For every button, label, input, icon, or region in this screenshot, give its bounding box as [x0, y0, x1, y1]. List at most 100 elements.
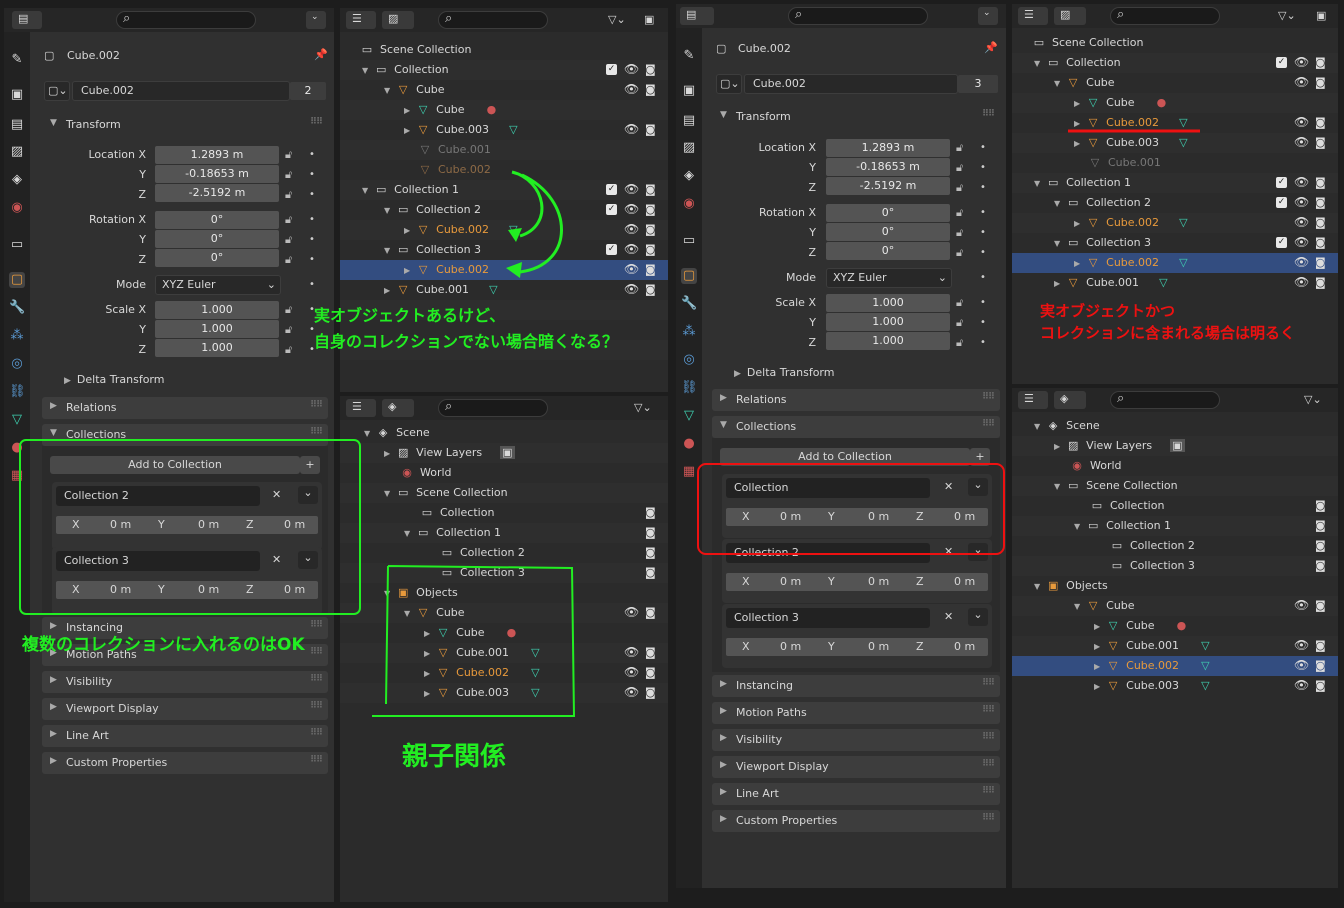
- camera-icon[interactable]: ◙: [1315, 236, 1326, 249]
- editor-type-button[interactable]: ☰: [1018, 391, 1048, 409]
- camera-icon[interactable]: ◙: [645, 666, 656, 679]
- data-block-selector[interactable]: ▢⌄: [44, 81, 70, 101]
- camera-icon[interactable]: ◙: [645, 123, 656, 136]
- camera-icon[interactable]: ◙: [1315, 176, 1326, 189]
- eye-icon[interactable]: 👁︎: [624, 605, 639, 619]
- tree-item-collection1[interactable]: ▼ ▭ Collection 1: [1034, 173, 1131, 193]
- line-art-section-header[interactable]: ▶ Line Art ⠿⠿: [42, 725, 328, 747]
- tree-item-collection[interactable]: ▼ ▭ Collection: [1034, 53, 1121, 73]
- properties-search-input[interactable]: [788, 7, 928, 25]
- tree-item-cube-mesh[interactable]: ▶ ▽ Cube ●: [404, 100, 496, 120]
- camera-icon[interactable]: ◙: [645, 183, 656, 196]
- tree-item-scene-collection[interactable]: ▭ Scene Collection: [1032, 33, 1144, 53]
- camera-icon[interactable]: ◙: [1315, 276, 1326, 289]
- material-tab-icon[interactable]: ●: [681, 436, 697, 452]
- tree-item-scene-collection[interactable]: ▼ ▭ Scene Collection: [384, 483, 508, 503]
- location-z-field[interactable]: -2.5192 m: [155, 184, 279, 202]
- rotation-mode-select[interactable]: XYZ Euler ⌄: [155, 275, 281, 295]
- keyframe-dot[interactable]: •: [980, 337, 986, 348]
- tree-item-cube[interactable]: ▼ ▽ Cube: [384, 80, 445, 100]
- display-mode-button[interactable]: ▨: [1054, 7, 1086, 25]
- lock-icon[interactable]: 🔓︎: [956, 161, 963, 175]
- editor-type-button[interactable]: ▤: [12, 11, 42, 29]
- tree-item-cube002-in-collection2[interactable]: ▶ ▽ Cube.002 ▽: [404, 220, 518, 240]
- constraints-tab-icon[interactable]: ⛓: [9, 384, 26, 400]
- location-y-field[interactable]: -0.18653 m: [155, 165, 279, 183]
- lock-icon[interactable]: 🔓︎: [956, 181, 963, 195]
- collection-name-field[interactable]: Collection 2: [56, 486, 260, 506]
- keyframe-dot[interactable]: •: [980, 207, 986, 218]
- camera-icon[interactable]: ◙: [645, 546, 656, 559]
- editor-type-button[interactable]: ☰: [346, 11, 376, 29]
- tree-item-scene[interactable]: ▼ ◈ Scene: [1034, 416, 1100, 436]
- location-z-field[interactable]: -2.5192 m: [826, 177, 950, 195]
- tree-item-collection3[interactable]: ▼ ▭ Collection 3: [1054, 233, 1151, 253]
- editor-type-button[interactable]: ☰: [346, 399, 376, 417]
- remove-collection-icon[interactable]: ✕: [944, 545, 953, 558]
- scale-x-field[interactable]: 1.000: [826, 294, 950, 312]
- collection-specials-dropdown[interactable]: ⌄: [298, 551, 318, 569]
- transform-section-header[interactable]: ▼ Transform ⠿⠿: [42, 114, 328, 136]
- keyframe-dot[interactable]: •: [309, 189, 315, 200]
- tree-item-collection3[interactable]: ▭ Collection 3: [1110, 556, 1195, 576]
- lock-icon[interactable]: 🔓︎: [956, 296, 963, 310]
- filter-icon[interactable]: ▽⌄: [634, 401, 652, 414]
- visibility-section-header[interactable]: ▶ Visibility ⠿⠿: [42, 671, 328, 693]
- world-tab-icon[interactable]: ◉: [9, 200, 25, 216]
- eye-icon[interactable]: 👁︎: [624, 645, 639, 659]
- delta-transform-subpanel[interactable]: ▶ Delta Transform: [734, 366, 834, 379]
- tree-item-cube-mesh[interactable]: ▶ ▽ Cube ●: [424, 623, 516, 643]
- keyframe-dot[interactable]: •: [309, 149, 315, 160]
- keyframe-dot[interactable]: •: [980, 317, 986, 328]
- camera-icon[interactable]: ◙: [645, 83, 656, 96]
- tree-item-cube002[interactable]: ▶ ▽ Cube.002 ▽: [1094, 656, 1210, 676]
- custom-properties-section-header[interactable]: ▶ Custom Properties ⠿⠿: [712, 810, 1000, 832]
- keyframe-dot[interactable]: •: [309, 254, 315, 265]
- modifier-tab-icon[interactable]: 🔧: [681, 296, 697, 312]
- outliner-search-input[interactable]: [1110, 7, 1220, 25]
- render-tab-icon[interactable]: ▣: [681, 83, 697, 99]
- new-collection-icon[interactable]: ▣: [644, 13, 654, 26]
- line-art-section-header[interactable]: ▶ Line Art ⠿⠿: [712, 783, 1000, 805]
- tree-item-collection[interactable]: ▼ ▭ Collection: [362, 60, 449, 80]
- filter-icon[interactable]: ▽⌄: [1304, 393, 1322, 406]
- tree-item-collection2[interactable]: ▭ Collection 2: [1110, 536, 1195, 556]
- particles-tab-icon[interactable]: ⁂: [9, 328, 25, 344]
- data-tab-icon[interactable]: ▽: [681, 408, 697, 424]
- keyframe-dot[interactable]: •: [980, 272, 986, 283]
- eye-icon[interactable]: 👁︎: [624, 282, 639, 296]
- camera-icon[interactable]: ◙: [645, 263, 656, 276]
- add-to-collection-button[interactable]: Add to Collection: [50, 456, 300, 474]
- tree-item-cube001-in-collection1[interactable]: ▶ ▽ Cube.001 ▽: [1054, 273, 1168, 293]
- keyframe-dot[interactable]: •: [980, 297, 986, 308]
- user-count[interactable]: 2: [290, 82, 326, 100]
- data-block-selector[interactable]: ▢⌄: [716, 74, 742, 94]
- camera-icon[interactable]: ◙: [1315, 499, 1326, 512]
- keyframe-dot[interactable]: •: [309, 214, 315, 225]
- collection-specials-dropdown[interactable]: ⌄: [968, 543, 988, 561]
- tree-item-view-layers[interactable]: ▶ ▨ View Layers ▣: [384, 443, 515, 463]
- tree-item-view-layers[interactable]: ▶ ▨ View Layers ▣: [1054, 436, 1185, 456]
- tree-item-cube003[interactable]: ▶ ▽ Cube.003 ▽: [1094, 676, 1210, 696]
- collection-name-field[interactable]: Collection 2: [726, 543, 930, 563]
- view-layer-tab-icon[interactable]: ▨: [681, 140, 697, 156]
- camera-icon[interactable]: ◙: [1315, 56, 1326, 69]
- rotation-x-field[interactable]: 0°: [155, 211, 279, 229]
- keyframe-dot[interactable]: •: [980, 142, 986, 153]
- add-to-collection-button[interactable]: Add to Collection: [720, 448, 970, 466]
- camera-icon[interactable]: ◙: [645, 223, 656, 236]
- tree-item-cube001[interactable]: ▽ Cube.001: [1088, 153, 1161, 173]
- rotation-y-field[interactable]: 0°: [826, 223, 950, 241]
- collection-name-field[interactable]: Collection 3: [56, 551, 260, 571]
- editor-type-button[interactable]: ▤: [680, 7, 714, 25]
- outliner-search-input[interactable]: [438, 399, 548, 417]
- camera-icon[interactable]: ◙: [1315, 136, 1326, 149]
- camera-icon[interactable]: ◙: [1315, 559, 1326, 572]
- user-count[interactable]: 3: [958, 75, 998, 93]
- location-x-field[interactable]: 1.2893 m: [826, 139, 950, 157]
- display-mode-button[interactable]: ◈: [382, 399, 414, 417]
- tree-item-cube002-in-collection2[interactable]: ▶ ▽ Cube.002 ▽: [1074, 213, 1188, 233]
- eye-icon[interactable]: 👁︎: [1294, 115, 1309, 129]
- rotation-z-field[interactable]: 0°: [826, 242, 950, 260]
- camera-icon[interactable]: ◙: [645, 506, 656, 519]
